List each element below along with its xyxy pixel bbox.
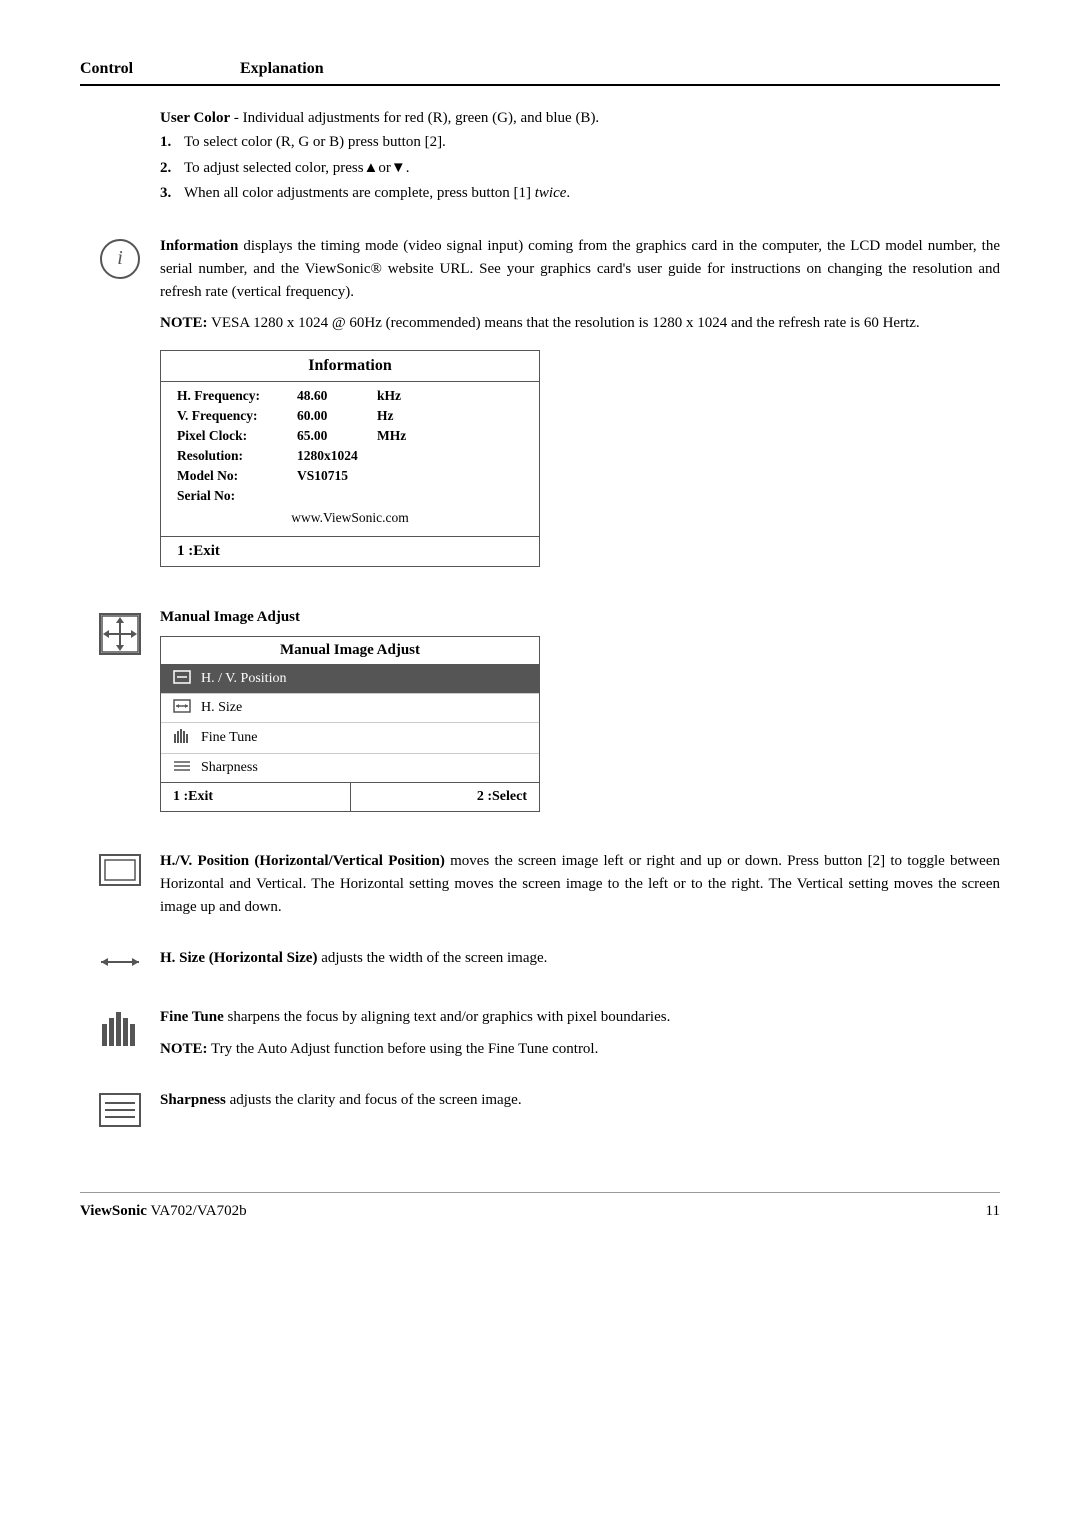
hv-position-content: H./V. Position (Horizontal/Vertical Posi… — [160, 850, 1000, 920]
info-row-pixel: Pixel Clock: 65.00 MHz — [177, 426, 523, 446]
info-row-serial: Serial No: — [177, 486, 523, 506]
info-table-title: Information — [161, 351, 539, 382]
hv-position-section: H./V. Position (Horizontal/Vertical Posi… — [80, 850, 1000, 920]
mia-section-title: Manual Image Adjust — [160, 609, 1000, 626]
fine-tune-content: Fine Tune sharpens the focus by aligning… — [160, 1006, 1000, 1061]
mia-table-title: Manual Image Adjust — [161, 637, 539, 665]
mia-table: Manual Image Adjust H. / V. Position — [160, 636, 540, 812]
mia-label-hsize: H. Size — [201, 700, 242, 716]
icon-col-hsize — [80, 947, 160, 978]
sharpness-icon — [99, 1093, 141, 1132]
information-section: i Information displays the timing mode (… — [80, 235, 1000, 581]
mia-exit: 1 :Exit — [161, 783, 351, 811]
mia-icon-hsize — [173, 699, 191, 717]
icon-col-hv — [80, 850, 160, 891]
h-size-section: H. Size (Horizontal Size) adjusts the wi… — [80, 947, 1000, 978]
mia-label-finetune: Fine Tune — [201, 730, 257, 746]
information-note: NOTE: VESA 1280 x 1024 @ 60Hz (recommend… — [160, 312, 1000, 335]
information-table: Information H. Frequency: 48.60 kHz V. F… — [160, 350, 540, 567]
mia-icon-hvposition — [173, 670, 191, 688]
icon-col-sharpness — [80, 1089, 160, 1132]
information-content: Information displays the timing mode (vi… — [160, 235, 1000, 581]
information-bold: Information — [160, 238, 238, 254]
list-item: 3.When all color adjustments are complet… — [160, 181, 1000, 207]
mia-icon-finetune — [173, 728, 191, 748]
h-size-icon — [99, 951, 141, 978]
user-color-section: User Color - Individual adjustments for … — [80, 106, 1000, 207]
info-row-model: Model No: VS10715 — [177, 466, 523, 486]
info-url: www.ViewSonic.com — [177, 506, 523, 532]
cross-arrows-icon — [99, 613, 141, 655]
manual-image-adjust-section: Manual Image Adjust Manual Image Adjust … — [80, 609, 1000, 822]
mia-label-hvposition: H. / V. Position — [201, 671, 286, 687]
user-color-intro: User Color - Individual adjustments for … — [160, 106, 1000, 130]
footer-model: VA702/VA702b — [150, 1203, 246, 1219]
control-header: Control — [80, 60, 180, 78]
header-row: Control Explanation — [80, 60, 1000, 86]
fine-tune-text: Fine Tune sharpens the focus by aligning… — [160, 1006, 1000, 1029]
explanation-header: Explanation — [240, 60, 324, 78]
info-exit: 1 :Exit — [161, 536, 539, 566]
mia-bottom: 1 :Exit 2 :Select — [161, 782, 539, 811]
information-text: Information displays the timing mode (vi… — [160, 235, 1000, 305]
mia-row-sharpness: Sharpness — [161, 754, 539, 782]
h-size-content: H. Size (Horizontal Size) adjusts the wi… — [160, 947, 1000, 970]
mia-content: Manual Image Adjust Manual Image Adjust … — [160, 609, 1000, 822]
mia-label-sharpness: Sharpness — [201, 760, 258, 776]
icon-col: i — [80, 235, 160, 279]
user-color-bold: User Color — [160, 110, 230, 126]
info-row-resolution: Resolution: 1280x1024 — [177, 446, 523, 466]
h-size-text: H. Size (Horizontal Size) adjusts the wi… — [160, 947, 1000, 970]
list-item: 2.To adjust selected color, press▲or▼. — [160, 156, 1000, 182]
info-table-body: H. Frequency: 48.60 kHz V. Frequency: 60… — [161, 382, 539, 536]
fine-tune-section: Fine Tune sharpens the focus by aligning… — [80, 1006, 1000, 1061]
mia-row-finetune: Fine Tune — [161, 723, 539, 754]
mia-row-hsize: H. Size — [161, 694, 539, 723]
fine-tune-icon — [99, 1010, 141, 1053]
sharpness-text: Sharpness adjusts the clarity and focus … — [160, 1089, 1000, 1112]
footer-page: 11 — [986, 1203, 1000, 1220]
list-item: 1.To select color (R, G or B) press butt… — [160, 130, 1000, 156]
icon-col-finetune — [80, 1006, 160, 1053]
info-icon: i — [100, 239, 140, 279]
mia-row-hvposition: H. / V. Position — [161, 665, 539, 694]
footer-brand-model: ViewSonic VA702/VA702b — [80, 1203, 247, 1220]
footer-brand: ViewSonic — [80, 1203, 147, 1219]
footer: ViewSonic VA702/VA702b 11 — [80, 1192, 1000, 1220]
mia-icon-sharpness — [173, 759, 191, 777]
sharpness-content: Sharpness adjusts the clarity and focus … — [160, 1089, 1000, 1112]
info-row-vfreq: V. Frequency: 60.00 Hz — [177, 406, 523, 426]
hv-box-icon — [99, 854, 141, 891]
mia-select: 2 :Select — [351, 783, 540, 811]
user-color-list: 1.To select color (R, G or B) press butt… — [160, 130, 1000, 207]
hv-position-text: H./V. Position (Horizontal/Vertical Posi… — [160, 850, 1000, 920]
icon-col-mia — [80, 609, 160, 655]
info-row-hfreq: H. Frequency: 48.60 kHz — [177, 386, 523, 406]
fine-tune-note: NOTE: Try the Auto Adjust function befor… — [160, 1038, 1000, 1061]
sharpness-section: Sharpness adjusts the clarity and focus … — [80, 1089, 1000, 1132]
